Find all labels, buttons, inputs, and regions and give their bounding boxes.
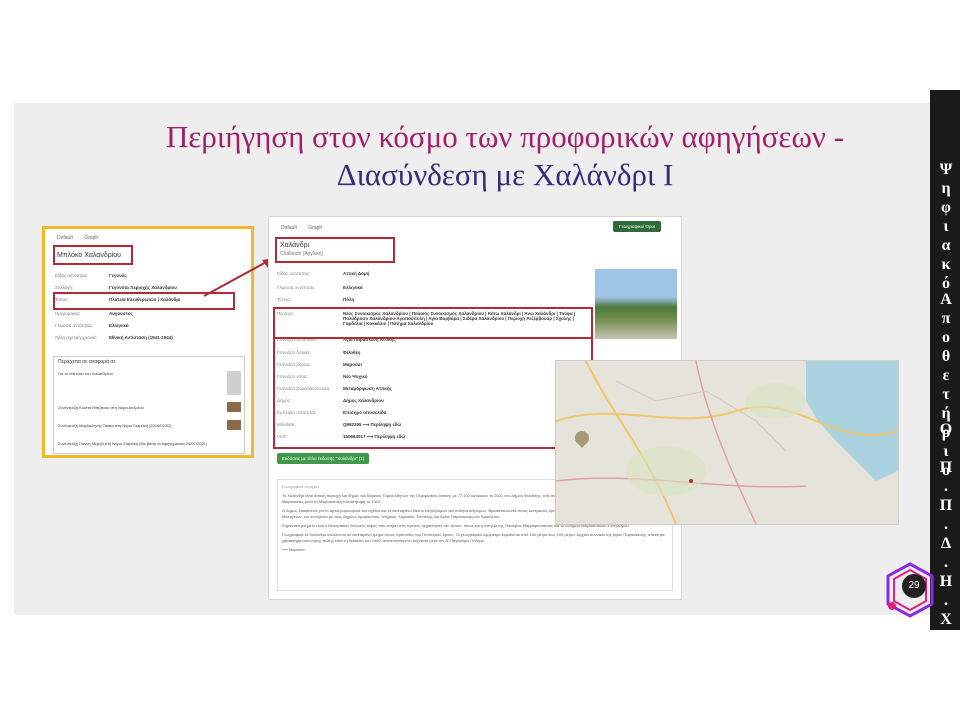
slide-title: Περιήγηση στον κόσμο των προφορικών αφηγ… bbox=[120, 118, 890, 194]
map-view[interactable] bbox=[555, 360, 899, 525]
tab-bar: Default Graph bbox=[57, 235, 108, 241]
page-number: 29 bbox=[902, 574, 926, 598]
list-item[interactable]: Συνέντευξη Κώστα Μπιζάνου στη Νόρα Ανδρέ… bbox=[58, 405, 144, 410]
map-graphics bbox=[556, 361, 898, 524]
field-row: Γλώσσα οντότητας: Ελληνικά bbox=[277, 285, 363, 290]
slide-title-line2: Διασύνδεση με Χαλάνδρι Ι bbox=[336, 157, 674, 192]
field-row: Τύπος: Πόλη bbox=[277, 297, 355, 302]
field-row: Άλλη σχετική χρονιά: Εθνική Αντίσταση (19… bbox=[55, 335, 173, 340]
field-row: Γλώσσα οντότητας: Ελληνικά bbox=[55, 323, 129, 328]
list-item[interactable]: Συνέντευξη Γιάννη Μεριζά στη Νόρα Σταμάκ… bbox=[58, 441, 207, 446]
portrait-thumbnail bbox=[227, 420, 241, 430]
geographic-terms-button[interactable]: Γεωγραφικοί Όροι bbox=[613, 221, 661, 232]
field-row: Είδος οντότητας: Αττική Δομή bbox=[277, 271, 370, 276]
tab-bar: Default Graph bbox=[281, 225, 332, 231]
sidebar-word-1: Ψηφιακό bbox=[939, 161, 953, 292]
document-thumbnail bbox=[227, 371, 241, 395]
tab-default[interactable]: Default bbox=[57, 235, 73, 241]
place-title: Χαλάνδρι Chalandri (Αγγλική) bbox=[275, 237, 395, 263]
paragraph: Γεωγραφικά το Χαλάνδρι απλώνεται σε εκτε… bbox=[282, 532, 665, 543]
field-row: Ημερομηνία: Αύγουστος bbox=[55, 311, 133, 316]
references-section: Περιέχεται σε αναφορά σε Για το Μπλόκο τ… bbox=[53, 356, 245, 454]
tab-graph[interactable]: Graph bbox=[84, 235, 98, 241]
portrait-thumbnail bbox=[227, 402, 241, 412]
entity-title: Μπλόκο Χαλανδρίου bbox=[53, 245, 133, 265]
tab-graph[interactable]: Graph bbox=[308, 225, 322, 231]
list-item[interactable]: Για το Μπλόκο του Χαλανδρίου bbox=[58, 371, 113, 376]
paragraph[interactable]: ⟶ Μαρούσι bbox=[282, 547, 668, 553]
slide-title-line1: Περιήγηση στον κόσμο των προφορικών αφηγ… bbox=[166, 119, 844, 154]
highlight-box bbox=[273, 335, 593, 449]
place-photo bbox=[595, 269, 677, 339]
references-heading: Περιέχεται σε αναφορά σε bbox=[58, 359, 116, 365]
publications-button[interactable]: Εκδόσεις με τίτλο έκδοσης "Χαλάνδρι" (1) bbox=[277, 453, 370, 464]
tab-default[interactable]: Default bbox=[281, 225, 297, 231]
list-item[interactable]: Συνέντευξη Μαγδαληνής Τσάκα στη Νόρα Στα… bbox=[58, 423, 171, 428]
